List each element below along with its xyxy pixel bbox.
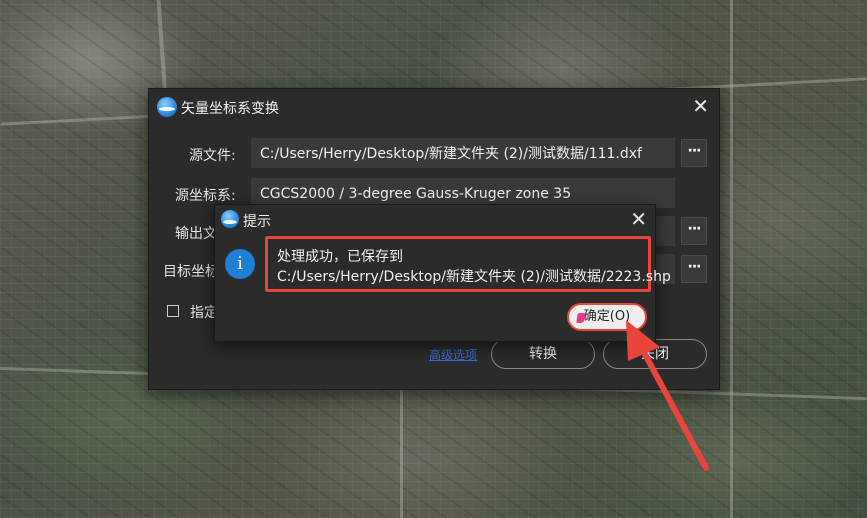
app-logo-icon <box>157 97 177 117</box>
specify-checkbox[interactable] <box>167 305 179 317</box>
close-button[interactable]: 关闭 <box>603 339 707 369</box>
convert-button[interactable]: 转换 <box>491 339 595 369</box>
source-file-label: 源文件: <box>189 148 236 164</box>
message-line-2: C:/Users/Herry/Desktop/新建文件夹 (2)/测试数据/22… <box>277 269 671 285</box>
source-file-field[interactable]: C:/Users/Herry/Desktop/新建文件夹 (2)/测试数据/11… <box>251 138 675 168</box>
message-close-icon[interactable]: ✕ <box>630 209 647 229</box>
dialog-title: 矢量坐标系变换 <box>181 101 279 117</box>
browse-target-crs-button[interactable]: ··· <box>681 255 707 283</box>
info-icon: i <box>225 249 255 279</box>
source-crs-label: 源坐标系: <box>175 188 236 204</box>
browse-source-button[interactable]: ··· <box>681 139 707 167</box>
target-crs-label: 目标坐标 <box>163 264 219 280</box>
message-text: 处理成功，已保存到 C:/Users/Herry/Desktop/新建文件夹 (… <box>277 247 671 287</box>
app-logo-icon <box>221 210 239 228</box>
message-line-1: 处理成功，已保存到 <box>277 249 403 265</box>
output-file-label: 输出文 <box>175 226 217 242</box>
dialog-titlebar: 矢量坐标系变换 ✕ <box>149 89 719 125</box>
message-box-title: 提示 <box>243 214 271 230</box>
advanced-options-link[interactable]: 高级选项 <box>429 346 477 363</box>
dialog-close-icon[interactable]: ✕ <box>692 96 709 116</box>
browse-output-button[interactable]: ··· <box>681 217 707 245</box>
